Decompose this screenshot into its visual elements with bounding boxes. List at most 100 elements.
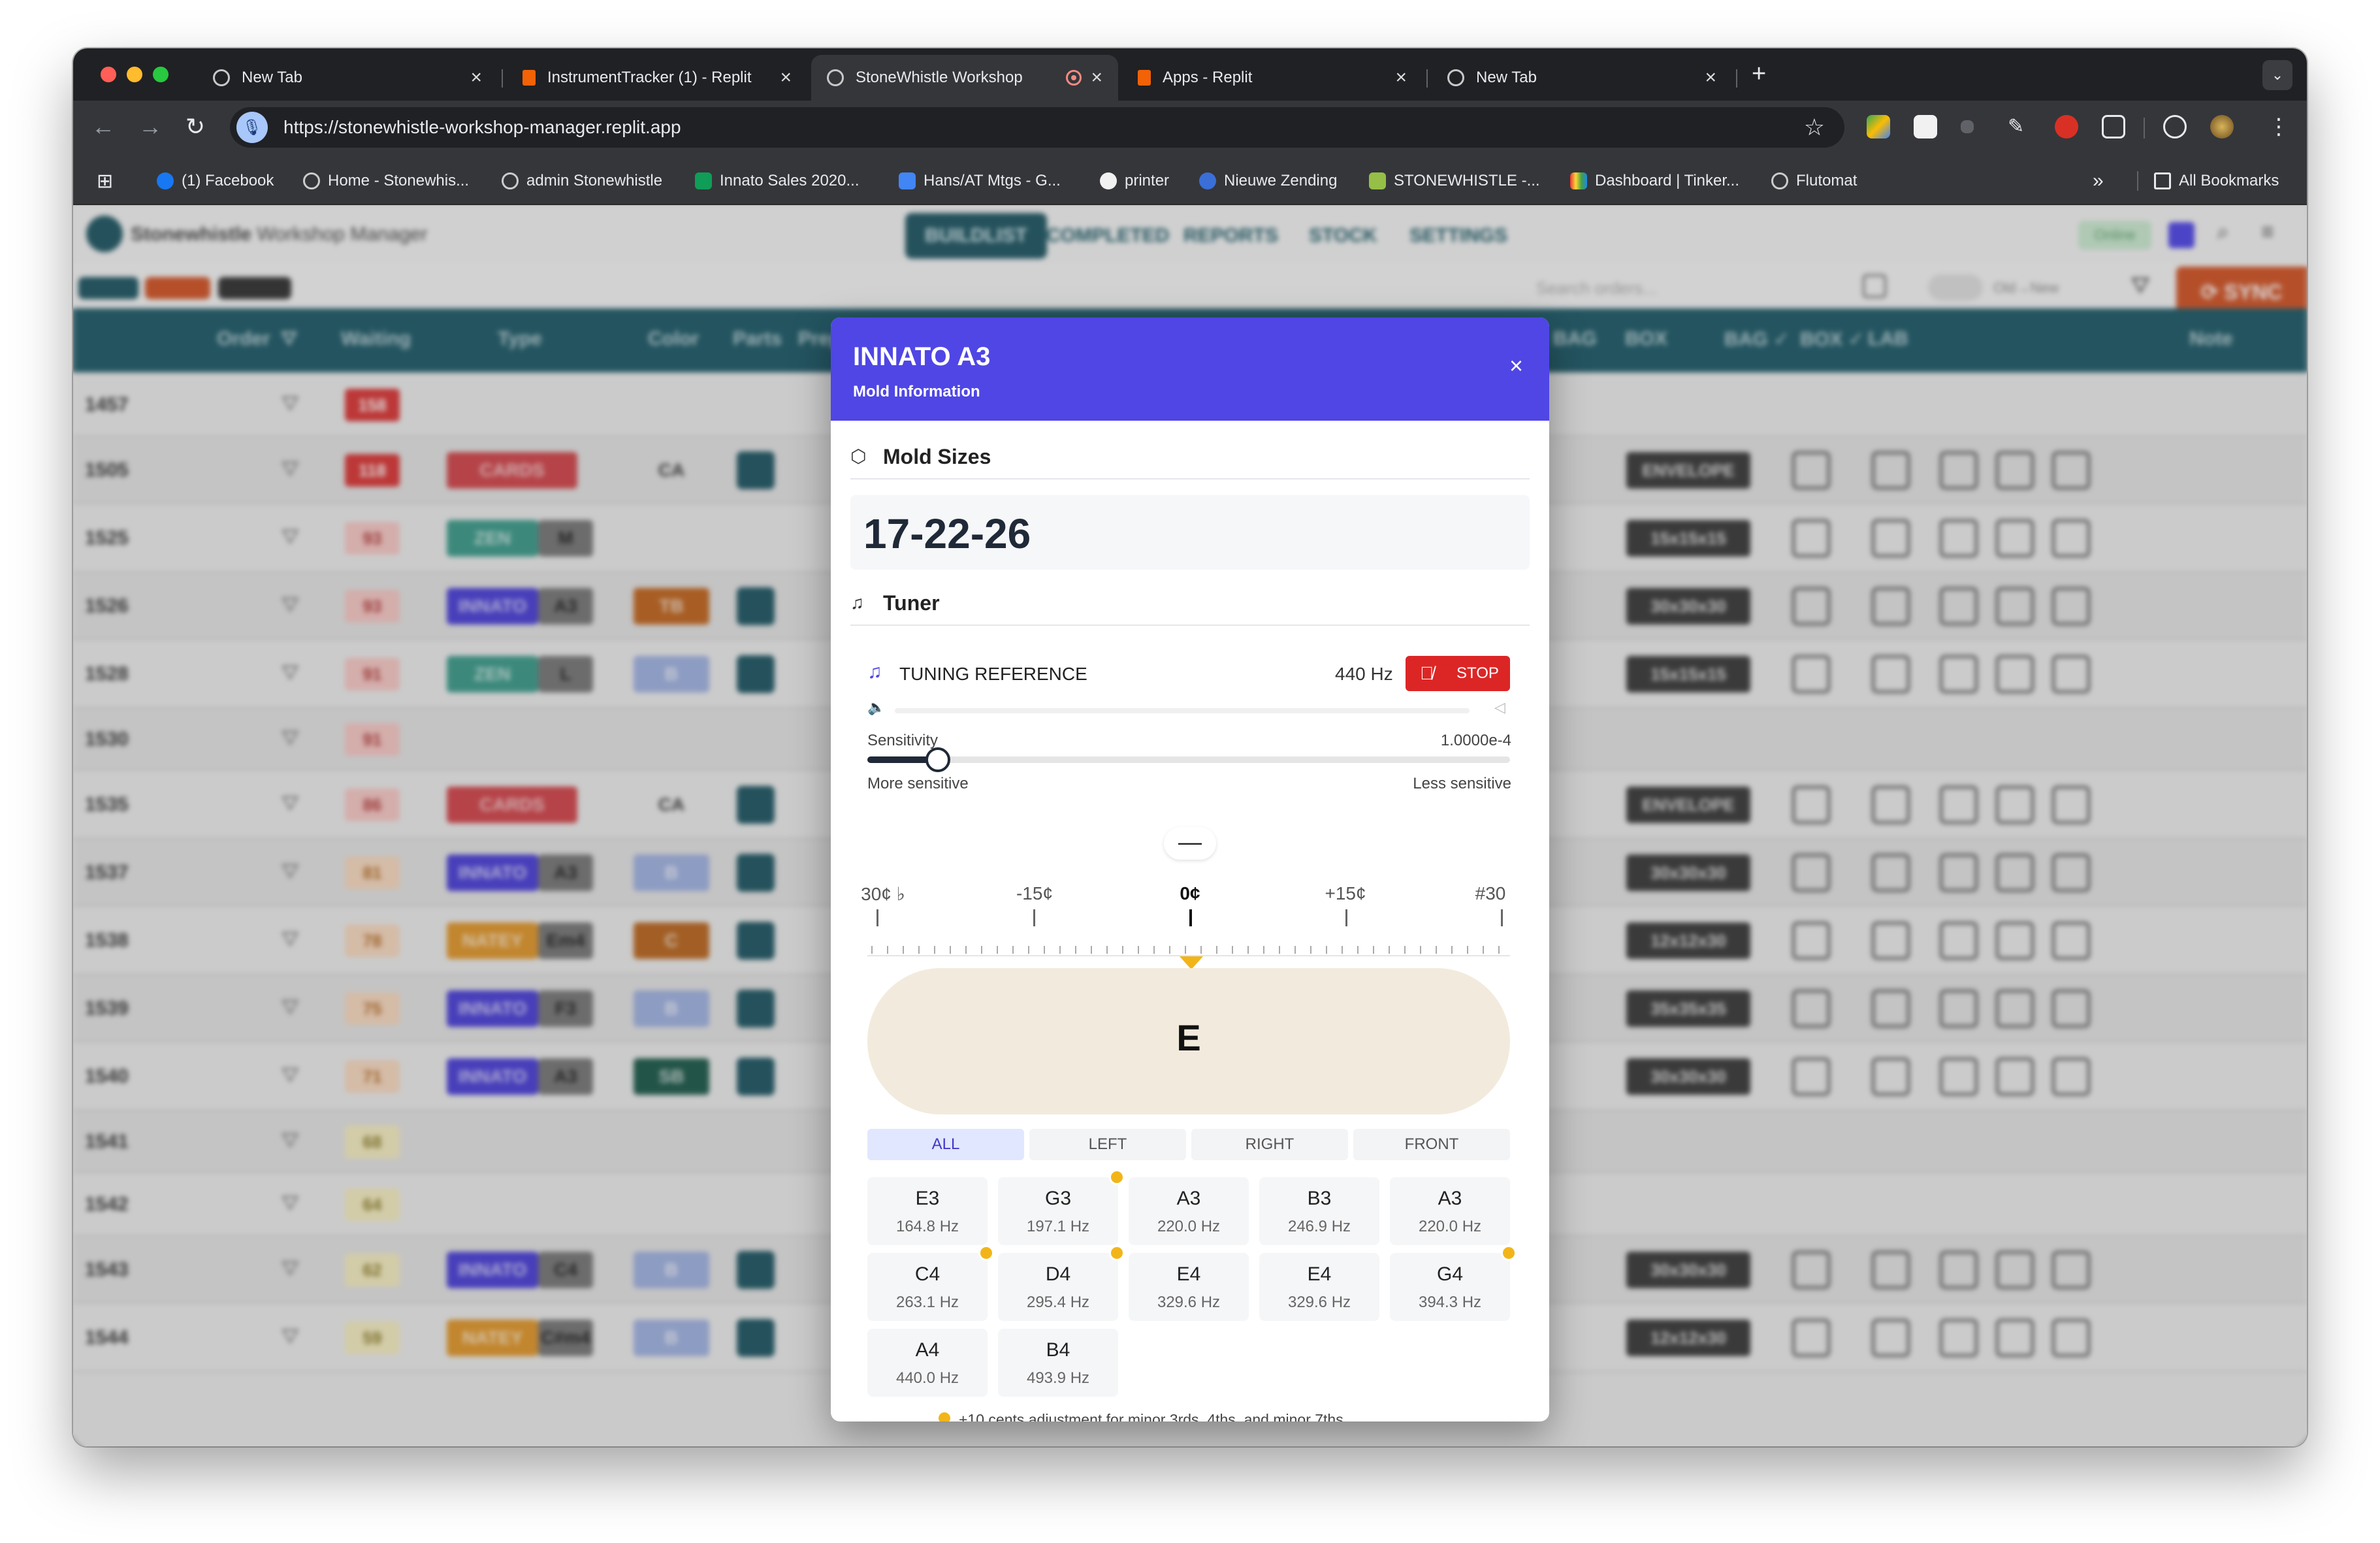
tab-search-button[interactable]: ⌄ xyxy=(2262,60,2292,90)
workshop-app: Stonewhistle Workshop Manager BUILDLIST … xyxy=(73,206,2307,1446)
close-tab-icon[interactable]: × xyxy=(1395,67,1407,89)
bookmark-stonewhistle-shop[interactable]: STONEWHISTLE -... xyxy=(1369,170,1540,192)
tick-minor xyxy=(1326,946,1327,954)
less-sensitive-label: Less sensitive xyxy=(1413,775,1511,792)
scale-label-minus15: -15¢ xyxy=(1016,883,1053,903)
note-frequency: 440.0 Hz xyxy=(895,1369,959,1387)
tick-minor xyxy=(1044,946,1045,954)
forward-button[interactable]: → xyxy=(138,114,162,140)
all-bookmarks-button[interactable]: All Bookmarks xyxy=(2154,170,2279,192)
notion-icon[interactable] xyxy=(1914,115,1937,138)
record-icon[interactable] xyxy=(2055,115,2078,138)
volume-low-icon: 🔈 xyxy=(867,699,886,715)
close-tab-icon[interactable]: × xyxy=(470,67,482,89)
bookmark-home-stonewhistle[interactable]: Home - Stonewhis... xyxy=(303,170,469,192)
sync-icon[interactable] xyxy=(2163,115,2187,138)
tick-minor xyxy=(1075,946,1076,954)
tab-label: New Tab xyxy=(242,69,302,86)
tick-minor xyxy=(1310,946,1311,954)
close-tab-icon[interactable]: × xyxy=(1705,67,1716,89)
note-name: A3 xyxy=(1176,1188,1201,1209)
extension-icon[interactable] xyxy=(1961,120,1974,133)
note-button[interactable]: A4 440.0 Hz xyxy=(867,1329,988,1397)
address-bar[interactable]: 🎙 https://stonewhistle-workshop-manager.… xyxy=(230,107,1844,148)
tick-minor xyxy=(934,946,935,954)
note-button[interactable]: A3 220.0 Hz xyxy=(1129,1177,1249,1245)
reload-button[interactable]: ↻ xyxy=(185,114,205,140)
divider xyxy=(850,625,1530,626)
filter-all[interactable]: ALL xyxy=(867,1129,1024,1160)
tab-new-tab-1[interactable]: New Tab × xyxy=(197,55,498,101)
note-button[interactable]: G3 197.1 Hz xyxy=(998,1177,1118,1245)
filter-front[interactable]: FRONT xyxy=(1353,1129,1510,1160)
tab-apps-replit[interactable]: Apps - Replit × xyxy=(1122,55,1423,101)
scale-label-plus15: +15¢ xyxy=(1325,883,1366,903)
note-button[interactable]: B3 246.9 Hz xyxy=(1259,1177,1379,1245)
filter-right[interactable]: RIGHT xyxy=(1191,1129,1348,1160)
note-button[interactable]: D4 295.4 Hz xyxy=(998,1253,1118,1321)
bookmark-nieuwe-zending[interactable]: Nieuwe Zending xyxy=(1199,170,1337,192)
minimize-window-button[interactable] xyxy=(127,67,142,82)
bookmark-facebook[interactable]: (1) Facebook xyxy=(157,170,274,192)
bookmark-innato-sales[interactable]: Innato Sales 2020... xyxy=(695,170,860,192)
sensitivity-handle[interactable] xyxy=(925,747,951,772)
close-modal-button[interactable]: × xyxy=(1509,354,1523,378)
close-tab-icon[interactable]: × xyxy=(1091,67,1102,89)
desktop: New Tab × InstrumentTracker (1) - Replit… xyxy=(0,0,2380,1543)
bookmark-label: Home - Stonewhis... xyxy=(328,172,470,189)
note-frequency: 246.9 Hz xyxy=(1287,1218,1351,1235)
bookmark-hans-mtgs[interactable]: Hans/AT Mtgs - G... xyxy=(899,170,1061,192)
note-button[interactable]: B4 493.9 Hz xyxy=(998,1329,1118,1397)
microphone-icon[interactable]: 🎙 xyxy=(236,112,268,143)
apps-grid-icon[interactable]: ⊞ xyxy=(97,170,113,192)
tick-major xyxy=(1501,909,1503,926)
globe-icon xyxy=(1447,69,1464,86)
tick-minor xyxy=(997,946,998,954)
back-button[interactable]: ← xyxy=(91,114,115,140)
note-frequency: 220.0 Hz xyxy=(1418,1218,1482,1235)
tick-major xyxy=(1033,909,1035,926)
new-tab-button[interactable]: + xyxy=(1752,60,1766,88)
close-window-button[interactable] xyxy=(101,67,116,82)
note-button[interactable]: E3 164.8 Hz xyxy=(867,1177,988,1245)
sensitivity-slider[interactable] xyxy=(867,747,1510,772)
tick-major xyxy=(876,909,878,926)
tab-new-tab-2[interactable]: New Tab × xyxy=(1432,55,1732,101)
bookmark-printer[interactable]: printer xyxy=(1100,170,1169,192)
tick-major xyxy=(1189,909,1192,926)
bookmark-label: printer xyxy=(1125,172,1170,189)
close-tab-icon[interactable]: × xyxy=(780,67,792,89)
tick-minor xyxy=(1138,946,1139,954)
note-display: E xyxy=(867,968,1510,1114)
bookmark-flutomat[interactable]: Flutomat xyxy=(1771,170,1857,192)
stop-button[interactable]: 🎙̸ STOP xyxy=(1406,656,1510,691)
tick-minor xyxy=(1483,946,1484,954)
tick-minor xyxy=(887,946,888,954)
bookmark-admin-stonewhistle[interactable]: admin Stonewhistle xyxy=(502,170,662,192)
bookmark-dashboard-tinker[interactable]: Dashboard | Tinker... xyxy=(1570,170,1739,192)
note-button[interactable]: E4 329.6 Hz xyxy=(1259,1253,1379,1321)
tick-minor xyxy=(1263,946,1264,954)
google-drive-icon[interactable] xyxy=(1867,115,1890,138)
note-button[interactable]: A3 220.0 Hz xyxy=(1390,1177,1510,1245)
note-button[interactable]: C4 263.1 Hz xyxy=(867,1253,988,1321)
filter-left[interactable]: LEFT xyxy=(1029,1129,1186,1160)
tab-instrumenttracker[interactable]: InstrumentTracker (1) - Replit × xyxy=(507,55,807,101)
bookmark-star-icon[interactable]: ☆ xyxy=(1804,114,1825,141)
profile-avatar[interactable] xyxy=(2210,115,2234,138)
puzzle-icon[interactable] xyxy=(2102,115,2125,138)
eyedropper-icon[interactable]: ✎ xyxy=(2008,115,2031,138)
maximize-window-button[interactable] xyxy=(153,67,169,82)
reference-frequency[interactable]: 440 Hz xyxy=(1335,664,1393,685)
note-button[interactable]: E4 329.6 Hz xyxy=(1129,1253,1249,1321)
tab-stonewhistle-workshop[interactable]: StoneWhistle Workshop × xyxy=(811,55,1118,101)
pitch-indicator: — xyxy=(1164,827,1216,860)
more-bookmarks-button[interactable]: » xyxy=(2093,170,2104,192)
volume-slider[interactable] xyxy=(895,708,1470,713)
globe-icon xyxy=(1771,172,1788,189)
printer-icon xyxy=(1100,172,1117,189)
note-button[interactable]: G4 394.3 Hz xyxy=(1390,1253,1510,1321)
tick-minor xyxy=(1389,946,1390,954)
note-name: B4 xyxy=(1046,1339,1070,1361)
browser-menu-icon[interactable]: ⋮ xyxy=(2268,114,2290,140)
